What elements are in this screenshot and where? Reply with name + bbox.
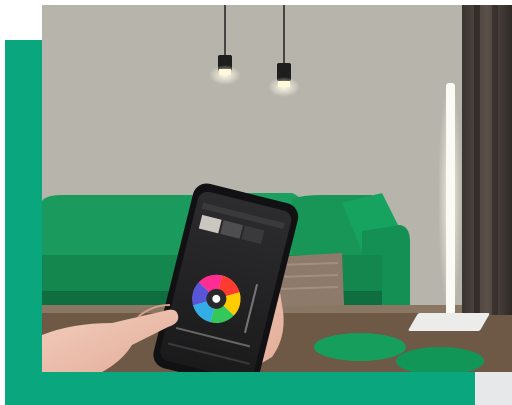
living-room-photo	[42, 5, 512, 372]
photo-scene	[42, 5, 512, 372]
curtains	[462, 5, 512, 315]
